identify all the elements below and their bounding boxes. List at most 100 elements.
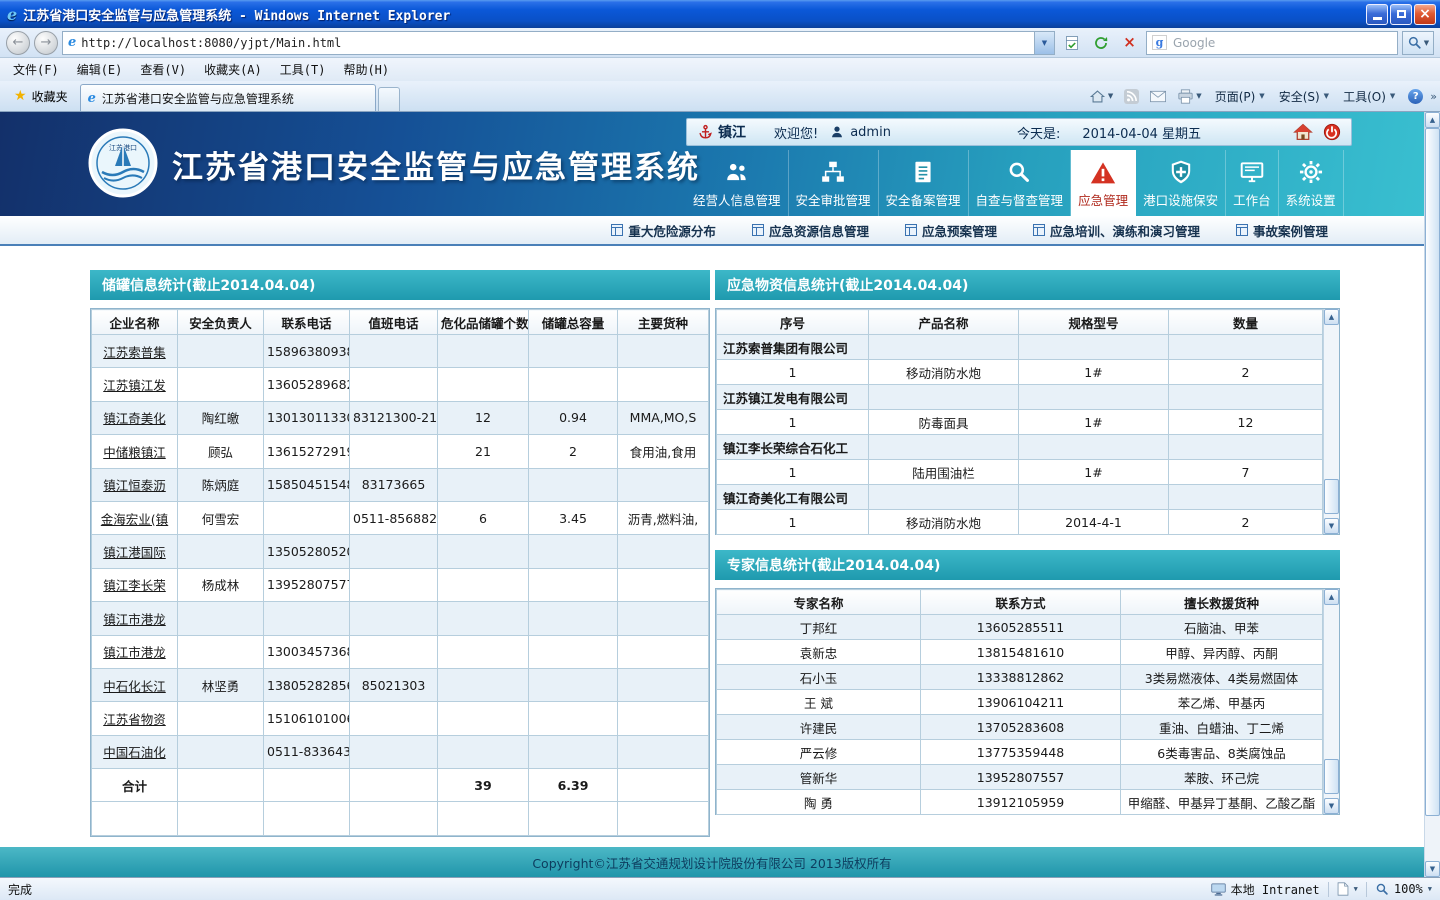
company-link[interactable]: 江苏省物资 [91, 701, 178, 736]
menu-查看(V)[interactable]: 查看(V) [131, 58, 195, 81]
forward-button[interactable]: → [34, 30, 58, 55]
menu-文件(F)[interactable]: 文件(F) [4, 58, 68, 81]
cell: 13338812862 [920, 664, 1121, 690]
scroll-down-button[interactable]: ▼ [1425, 861, 1440, 877]
cell: 13952807557 [920, 764, 1121, 790]
scrollbar[interactable]: ▲ ▼ [1323, 309, 1339, 534]
company-link[interactable]: 镇江恒泰沥 [91, 467, 178, 502]
logout-icon[interactable] [1323, 123, 1341, 141]
cell: 13003457368 [263, 634, 350, 669]
address-bar: ← → e http://localhost:8080/yjpt/Main.ht… [0, 28, 1440, 58]
home-button[interactable]: ▼ [1085, 87, 1117, 106]
status-bar: 完成 本地 Intranet ▼ 100% ▼ [0, 877, 1440, 900]
cell: 陈炳庭 [177, 467, 264, 502]
menu-工具(T)[interactable]: 工具(T) [271, 58, 335, 81]
nav-item-经营人信息管理[interactable]: 经营人信息管理 [686, 150, 789, 216]
scroll-up-button[interactable]: ▲ [1324, 589, 1339, 605]
compatibility-view-button[interactable] [1059, 31, 1084, 55]
cell [528, 567, 618, 603]
cell: 15850451548 [263, 467, 350, 502]
company-link[interactable]: 中石化长江 [91, 667, 178, 703]
portal-home-icon[interactable] [1293, 123, 1313, 141]
nav-item-系统设置[interactable]: 系统设置 [1279, 150, 1344, 216]
table-header-row: 企业名称 安全负责人 联系电话 值班电话 危化品储罐个数 储罐总容量 主要货种 [91, 309, 709, 335]
refresh-button[interactable] [1088, 31, 1113, 55]
feeds-button[interactable] [1120, 87, 1143, 106]
nav-item-安全审批管理[interactable]: 安全审批管理 [789, 150, 879, 216]
city-selector[interactable]: 镇江 [697, 122, 746, 142]
subnav-item-应急资源信息管理[interactable]: 应急资源信息管理 [751, 221, 869, 240]
subnav-item-应急预案管理[interactable]: 应急预案管理 [904, 221, 997, 240]
menu-帮助(H)[interactable]: 帮助(H) [334, 58, 398, 81]
subnav-item-label: 应急培训、演练和演习管理 [1049, 223, 1200, 239]
menu-收藏夹(A)[interactable]: 收藏夹(A) [195, 58, 271, 81]
company-link[interactable]: 江苏索普集 [91, 333, 178, 369]
company-link[interactable]: 镇江李长荣 [91, 567, 178, 603]
tab-title: 江苏省港口安全监管与应急管理系统 [101, 91, 294, 106]
company-link[interactable]: 镇江奇美化 [91, 400, 178, 436]
company-link[interactable]: 镇江市港龙 [91, 634, 178, 669]
cell: 85021303 [349, 667, 438, 703]
company-link[interactable]: 镇江港国际 [91, 534, 178, 569]
address-dropdown[interactable]: ▼ [1034, 31, 1054, 54]
window-icon [1235, 224, 1248, 236]
subnav-item-重大危险源分布[interactable]: 重大危险源分布 [611, 221, 716, 240]
nav-item-安全备案管理[interactable]: 安全备案管理 [879, 150, 969, 216]
scroll-up-button[interactable]: ▲ [1324, 309, 1339, 325]
cell: 顾弘 [177, 434, 264, 469]
zoom-control[interactable]: 100% ▼ [1375, 882, 1432, 896]
scroll-down-button[interactable]: ▼ [1324, 798, 1339, 814]
close-button[interactable]: × [1414, 3, 1436, 25]
new-tab-button[interactable] [377, 87, 400, 111]
help-button[interactable]: ? [1404, 87, 1427, 106]
company-link[interactable]: 金海宏业(镇 [91, 500, 178, 536]
back-button[interactable]: ← [6, 30, 30, 55]
scrollbar-thumb[interactable] [1425, 128, 1440, 816]
address-field[interactable]: e http://localhost:8080/yjpt/Main.html ▼ [62, 30, 1055, 55]
page-scrollbar[interactable]: ▲ ▼ [1424, 112, 1440, 877]
port-logo: 江苏港口 [88, 128, 158, 198]
stop-button[interactable]: × [1117, 31, 1142, 55]
minimize-button[interactable] [1366, 3, 1388, 25]
read-mail-button[interactable] [1146, 88, 1170, 105]
nav-item-港口设施保安[interactable]: 港口设施保安 [1136, 150, 1227, 216]
scrollbar-thumb[interactable] [1324, 759, 1339, 794]
page-footer: Copyright©江苏省交通规划设计院股份有限公司 2013版权所有 [0, 847, 1424, 877]
nav-item-工作台[interactable]: 工作台 [1226, 150, 1279, 216]
toolbar-button-工具(O)[interactable]: 工具(O) ▼ [1337, 86, 1401, 107]
company-link[interactable]: 江苏镇江发 [91, 367, 178, 402]
cell [528, 367, 618, 402]
toolbar-button-页面(P)[interactable]: 页面(P) ▼ [1209, 86, 1271, 107]
toolbar-overflow-button[interactable]: » [1430, 90, 1437, 103]
subnav-item-事故案例管理[interactable]: 事故案例管理 [1235, 221, 1328, 240]
company-link[interactable]: 中国石油化 [91, 734, 178, 770]
scroll-down-button[interactable]: ▼ [1324, 518, 1339, 534]
magnifier-icon [1006, 157, 1032, 187]
company-link[interactable]: 中储粮镇江 [91, 434, 178, 469]
menu-编辑(E)[interactable]: 编辑(E) [68, 58, 132, 81]
empty-cell [1018, 334, 1169, 360]
cell [617, 333, 709, 369]
table-row: 许建民 13705283608 重油、白蜡油、丁二烯 [716, 714, 1323, 740]
gear-icon [1298, 157, 1324, 187]
nav-item-应急管理[interactable]: 应急管理 [1071, 150, 1137, 216]
toolbar-button-安全(S)[interactable]: 安全(S) ▼ [1273, 86, 1335, 107]
protected-mode-button[interactable]: ▼ [1337, 882, 1358, 896]
user-icon [830, 125, 844, 139]
column-header: 联系电话 [263, 309, 350, 335]
print-button[interactable]: ▼ [1173, 87, 1205, 106]
nav-item-自查与督查管理[interactable]: 自查与督查管理 [969, 150, 1072, 216]
search-input[interactable]: g Google [1146, 30, 1398, 55]
scroll-up-button[interactable]: ▲ [1425, 112, 1440, 128]
search-button[interactable]: ▼ [1402, 30, 1434, 55]
cell: 12 [1168, 409, 1323, 435]
scrollbar[interactable]: ▲ ▼ [1323, 589, 1339, 814]
favorites-button[interactable]: ★ 收藏夹 [4, 83, 78, 109]
browser-tab[interactable]: e 江苏省港口安全监管与应急管理系统 [79, 84, 376, 111]
cell [263, 500, 350, 536]
subnav-item-应急培训、演练和演习管理[interactable]: 应急培训、演练和演习管理 [1032, 221, 1200, 240]
scrollbar-thumb[interactable] [1324, 479, 1339, 514]
cell: 苯乙烯、甲基丙 [1120, 689, 1323, 715]
restore-button[interactable] [1390, 3, 1412, 25]
company-link[interactable]: 镇江市港龙 [91, 601, 178, 636]
